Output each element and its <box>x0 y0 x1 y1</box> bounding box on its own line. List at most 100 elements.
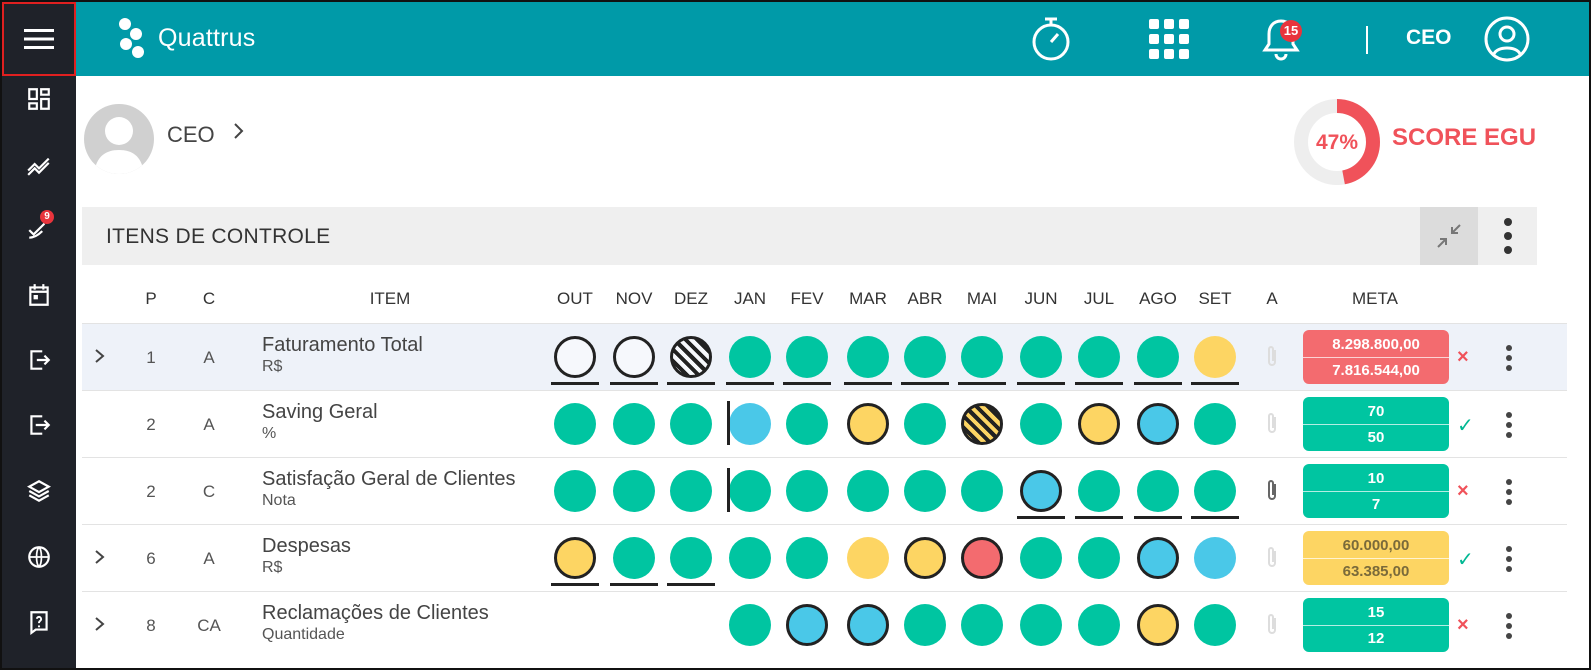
item-name[interactable]: Saving Geral <box>262 401 378 424</box>
timer-button[interactable] <box>1026 14 1076 64</box>
month-status-dot[interactable] <box>1078 537 1120 579</box>
month-status-dot[interactable] <box>847 336 889 378</box>
month-status-dot[interactable] <box>670 537 712 579</box>
column-header-c[interactable]: C <box>184 289 234 309</box>
month-status-dot[interactable] <box>1137 336 1179 378</box>
month-status-dot[interactable] <box>786 604 828 646</box>
month-status-dot[interactable] <box>961 336 1003 378</box>
month-status-dot[interactable] <box>1078 470 1120 512</box>
month-status-dot[interactable] <box>1020 403 1062 445</box>
month-status-dot[interactable] <box>729 537 771 579</box>
row-more-button[interactable] <box>1497 477 1521 507</box>
month-status-dot[interactable] <box>961 604 1003 646</box>
month-status-dot[interactable] <box>847 470 889 512</box>
item-name[interactable]: Despesas <box>262 535 351 558</box>
month-status-dot[interactable] <box>670 403 712 445</box>
paperclip-icon[interactable] <box>1263 478 1281 504</box>
row-more-button[interactable] <box>1497 544 1521 574</box>
month-status-dot[interactable] <box>613 470 655 512</box>
month-status-dot[interactable] <box>961 403 1003 445</box>
avatar[interactable] <box>84 104 154 174</box>
sidebar-item-layers[interactable] <box>2 466 76 516</box>
paperclip-icon[interactable] <box>1263 545 1281 571</box>
month-status-dot[interactable] <box>786 537 828 579</box>
month-status-dot[interactable] <box>847 537 889 579</box>
paperclip-icon[interactable] <box>1263 612 1281 638</box>
sidebar-item-export[interactable] <box>2 400 76 450</box>
month-status-dot[interactable] <box>1194 470 1236 512</box>
month-status-dot[interactable] <box>786 336 828 378</box>
expand-row-chevron-icon[interactable] <box>92 614 108 634</box>
month-status-dot[interactable] <box>1137 537 1179 579</box>
month-status-dot[interactable] <box>1194 537 1236 579</box>
month-status-dot[interactable] <box>1194 403 1236 445</box>
month-status-dot[interactable] <box>670 336 712 378</box>
month-status-dot[interactable] <box>786 403 828 445</box>
row-more-button[interactable] <box>1497 410 1521 440</box>
month-status-dot[interactable] <box>961 537 1003 579</box>
month-status-dot[interactable] <box>904 470 946 512</box>
sidebar-item-dashboard[interactable] <box>2 74 76 124</box>
month-status-dot[interactable] <box>1020 537 1062 579</box>
month-status-dot[interactable] <box>1020 604 1062 646</box>
paperclip-icon[interactable] <box>1263 411 1281 437</box>
menu-button[interactable] <box>2 2 76 76</box>
meta-target-box[interactable]: 8.298.800,00 7.816.544,00 <box>1303 330 1449 384</box>
sidebar-item-globe[interactable] <box>2 532 76 582</box>
meta-target-box[interactable]: 15 12 <box>1303 598 1449 652</box>
user-profile-button[interactable] <box>1482 14 1532 64</box>
sidebar-item-charts[interactable] <box>2 139 76 189</box>
paperclip-icon[interactable] <box>1263 344 1281 370</box>
month-status-dot[interactable] <box>1137 403 1179 445</box>
table-row[interactable]: 1 A Faturamento Total R$ 8.298.800,00 7.816.5… <box>82 323 1567 390</box>
meta-target-box[interactable]: 60.000,00 63.385,00 <box>1303 531 1449 585</box>
table-row[interactable]: 2 A Saving Geral% 70 50 ✓ <box>82 390 1567 457</box>
month-status-dot[interactable] <box>1020 336 1062 378</box>
month-status-dot[interactable] <box>1020 470 1062 512</box>
profile-name[interactable]: CEO <box>167 122 215 148</box>
month-status-dot[interactable] <box>670 470 712 512</box>
month-status-dot[interactable] <box>904 403 946 445</box>
month-status-dot[interactable] <box>554 537 596 579</box>
month-status-dot[interactable] <box>554 403 596 445</box>
month-status-dot[interactable] <box>729 470 771 512</box>
month-status-dot[interactable] <box>786 470 828 512</box>
month-status-dot[interactable] <box>729 604 771 646</box>
collapse-button[interactable] <box>1420 207 1478 265</box>
month-status-dot[interactable] <box>729 403 771 445</box>
sidebar-item-approvals[interactable]: 9 <box>2 204 76 254</box>
month-status-dot[interactable] <box>554 470 596 512</box>
month-status-dot[interactable] <box>613 336 655 378</box>
month-status-dot[interactable] <box>1078 604 1120 646</box>
item-name[interactable]: Reclamações de Clientes <box>262 602 489 625</box>
notifications-button[interactable]: 15 <box>1256 14 1306 64</box>
row-more-button[interactable] <box>1497 343 1521 373</box>
table-row[interactable]: 8 CA Reclamações de Clientes Quantidade 15 12… <box>82 591 1567 658</box>
month-status-dot[interactable] <box>1078 403 1120 445</box>
column-header-item[interactable]: ITEM <box>365 289 415 309</box>
section-more-button[interactable] <box>1488 207 1528 265</box>
sidebar-item-calendar[interactable] <box>2 270 76 320</box>
month-status-dot[interactable] <box>904 537 946 579</box>
month-status-dot[interactable] <box>904 604 946 646</box>
month-status-dot[interactable] <box>847 403 889 445</box>
sidebar-item-help[interactable] <box>2 597 76 647</box>
header-user-label[interactable]: CEO <box>1406 26 1452 50</box>
logo[interactable]: Quattrus <box>116 16 255 60</box>
month-status-dot[interactable] <box>1137 604 1179 646</box>
sidebar-item-import[interactable] <box>2 335 76 385</box>
month-status-dot[interactable] <box>847 604 889 646</box>
meta-target-box[interactable]: 70 50 <box>1303 397 1449 451</box>
item-name[interactable]: Faturamento Total <box>262 334 423 357</box>
row-more-button[interactable] <box>1497 611 1521 641</box>
month-status-dot[interactable] <box>554 336 596 378</box>
month-status-dot[interactable] <box>1078 336 1120 378</box>
month-status-dot[interactable] <box>904 336 946 378</box>
table-row[interactable]: 2 C Satisfação Geral de Clientes Nota 10 7 × <box>82 457 1567 524</box>
meta-target-box[interactable]: 10 7 <box>1303 464 1449 518</box>
column-header-p[interactable]: P <box>126 289 176 309</box>
month-status-dot[interactable] <box>1194 604 1236 646</box>
table-row[interactable]: 6 A Despesas R$ 60.000,00 63.385,00 ✓ <box>82 524 1567 591</box>
apps-button[interactable] <box>1144 14 1194 64</box>
month-status-dot[interactable] <box>961 470 1003 512</box>
